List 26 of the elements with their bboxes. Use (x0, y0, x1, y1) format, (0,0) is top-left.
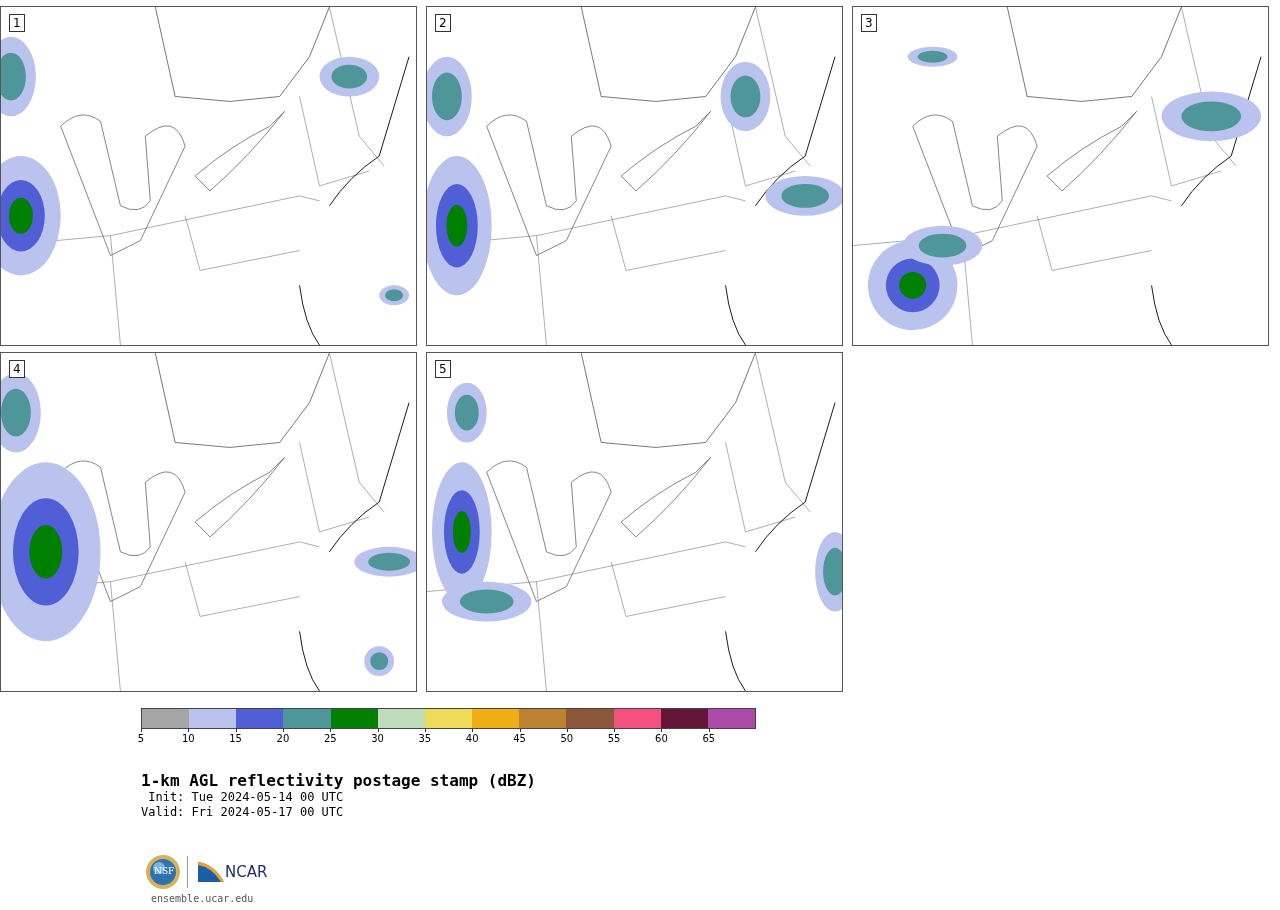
panel-number: 4 (9, 360, 25, 378)
scale-label: 30 (371, 733, 384, 744)
scale-label: 25 (323, 733, 337, 744)
logo-text: NSF (154, 866, 175, 876)
scale-label: 50 (560, 733, 574, 744)
scale-label: 15 (229, 733, 242, 744)
scale-label: 60 (655, 733, 668, 744)
site-url: ensemble.ucar.edu (151, 893, 255, 905)
scale-label: 5 (137, 733, 145, 744)
panel-number: 1 (9, 14, 25, 32)
panel-number: 2 (435, 14, 451, 32)
scale-label: 45 (513, 733, 526, 744)
logo-text: NCAR (225, 863, 268, 881)
chart-title: 1-km AGL reflectivity postage stamp (dBZ) (141, 771, 537, 790)
scale-label: 40 (465, 733, 479, 744)
globe-logo-icon (145, 854, 181, 890)
scale-label: 20 (276, 733, 290, 744)
scale-label: 65 (702, 733, 716, 744)
swoosh-logo-icon (198, 862, 224, 882)
scale-label: 10 (181, 733, 195, 744)
valid-time: Valid: Fri 2024-05-17 00 UTC (141, 805, 345, 820)
init-time: Init: Tue 2024-05-14 00 UTC (147, 790, 345, 805)
scale-label: 55 (607, 733, 621, 744)
panel-number: 3 (861, 14, 877, 32)
scale-label: 35 (418, 733, 432, 744)
panel-number: 5 (435, 360, 451, 378)
